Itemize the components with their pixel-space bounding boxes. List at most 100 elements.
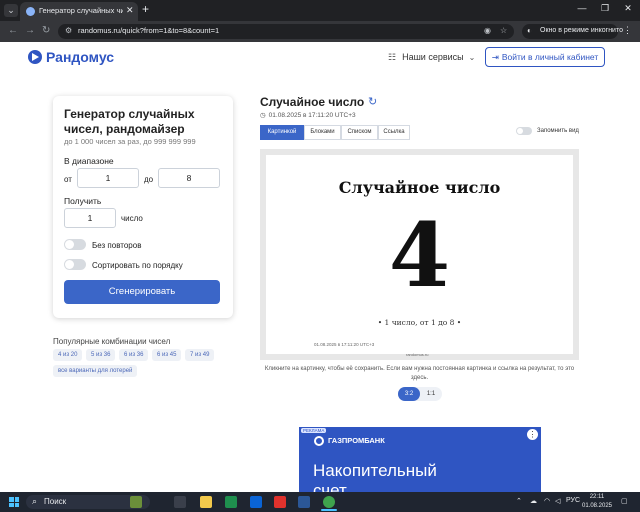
to-label: до — [144, 175, 154, 184]
address-bar[interactable]: ⚙ randomus.ru/quick?from=1&to=8&count=1 … — [58, 24, 514, 39]
url-text[interactable]: randomus.ru/quick?from=1&to=8&count=1 — [78, 26, 219, 35]
volume-icon[interactable]: ◁ — [555, 497, 560, 505]
chip-6-45[interactable]: 6 из 45 — [152, 349, 182, 361]
image-date: 01.08.2025 в 17:11:20 UTC+3 — [314, 342, 375, 347]
chevron-down-icon: ⌄ — [468, 53, 476, 62]
tab-link[interactable]: Ссылка — [378, 125, 410, 140]
forward-icon[interactable]: → — [25, 25, 35, 36]
image-logo: randomus.ru — [406, 352, 429, 357]
window-close-icon[interactable]: ✕ — [618, 3, 638, 14]
browser-tabbar: ⌄ Генератор случайных чисел, ра ✕ + — ❐ … — [0, 0, 640, 21]
wifi-icon[interactable]: ◠ — [544, 497, 550, 505]
search-label: Поиск — [44, 497, 67, 506]
chip-6-36[interactable]: 6 из 36 — [119, 349, 149, 361]
logo-icon[interactable] — [28, 50, 42, 64]
browser-tab[interactable]: Генератор случайных чисел, ра ✕ — [20, 2, 138, 21]
language-indicator[interactable]: РУС — [566, 497, 580, 504]
windows-taskbar: ⌕ Поиск ⌃ ☁ ◠ ◁ РУС 22:11 01.08.2025 ▢ — [0, 492, 640, 512]
login-label: Войти в личный кабинет — [501, 52, 599, 62]
browser-menu-icon[interactable]: ⋮ — [623, 25, 632, 36]
login-icon: ⇥ — [491, 52, 499, 62]
minimize-icon[interactable]: — — [572, 3, 592, 13]
file-explorer-icon[interactable] — [200, 496, 212, 508]
refresh-icon[interactable]: ↻ — [368, 95, 377, 108]
incognito-indicator[interactable]: ◐ Окно в режиме инкогнито — [522, 24, 623, 39]
gazprombank-logo-icon — [314, 436, 324, 446]
remember-label: Запомнить вид — [537, 128, 579, 134]
back-icon[interactable]: ← — [8, 25, 18, 36]
notifications-icon[interactable]: ▢ — [621, 497, 628, 505]
ad-headline-line2: счет — [313, 481, 347, 492]
count-input[interactable]: 1 — [64, 208, 116, 228]
result-date: ◷ 01.08.2025 в 17:11:20 UTC+3 — [260, 111, 356, 119]
card-subtitle: до 1 000 чисел за раз, до 999 999 999 — [64, 137, 196, 146]
network-icon[interactable]: ☁ — [530, 497, 537, 505]
browser-toolbar: ← → ↻ ⚙ randomus.ru/quick?from=1&to=8&co… — [0, 21, 640, 42]
chip-4-20[interactable]: 4 из 20 — [53, 349, 83, 361]
ratio-3-2[interactable]: 3:2 — [398, 387, 420, 401]
to-input[interactable]: 8 — [158, 168, 220, 188]
result-date-text: 01.08.2025 в 17:11:20 UTC+3 — [268, 112, 356, 119]
ratio-1-1[interactable]: 1:1 — [420, 387, 442, 401]
incognito-icon: ◐ — [527, 26, 532, 35]
yandex-icon[interactable] — [274, 496, 286, 508]
tab-blocks[interactable]: Блоками — [304, 125, 341, 140]
no-repeat-label: Без повторов — [92, 241, 142, 250]
random-number: 4 — [388, 203, 451, 307]
ad-headline: Накопительный счет — [313, 461, 437, 492]
new-tab-icon[interactable]: + — [142, 2, 149, 16]
tab-search-icon[interactable]: ⌄ — [4, 4, 18, 17]
range-label: В диапазоне — [64, 156, 114, 166]
card-title: Генератор случайных чисел, рандомайзер — [64, 107, 195, 136]
remember-toggle[interactable] — [516, 127, 532, 135]
ad-options-icon[interactable]: ⋮ — [527, 429, 538, 440]
bookmark-star-icon[interactable]: ☆ — [500, 26, 507, 35]
ratio-switch: 3:2 1:1 — [398, 387, 442, 401]
services-label: Наши сервисы — [402, 52, 464, 62]
chip-7-49[interactable]: 7 из 49 — [185, 349, 215, 361]
clock-icon: ◷ — [260, 112, 266, 119]
tracking-icon[interactable]: ◉ — [484, 26, 491, 35]
active-app-indicator — [321, 509, 337, 511]
site-info-icon[interactable]: ⚙ — [65, 26, 72, 35]
from-label: от — [64, 175, 72, 184]
clock-date: 01.08.2025 — [581, 503, 613, 509]
chip-5-36[interactable]: 5 из 36 — [86, 349, 116, 361]
count-unit: число — [121, 214, 143, 223]
result-image[interactable]: Случайное число 4 • 1 число, от 1 до 8 •… — [260, 149, 579, 360]
tab-image[interactable]: Картинкой — [260, 125, 304, 140]
services-menu[interactable]: ☷ Наши сервисы ⌄ — [388, 52, 475, 63]
result-title: Случайное число — [260, 95, 365, 109]
from-input[interactable]: 1 — [77, 168, 139, 188]
grid-menu-icon: ☷ — [388, 52, 397, 62]
tray-chevron-icon[interactable]: ⌃ — [516, 497, 522, 505]
result-image-canvas: Случайное число 4 • 1 число, от 1 до 8 •… — [266, 155, 573, 357]
windows-start-icon[interactable] — [9, 497, 19, 507]
word-icon[interactable] — [298, 496, 310, 508]
chrome-icon[interactable] — [323, 496, 335, 508]
login-button[interactable]: ⇥ Войти в личный кабинет — [485, 47, 605, 67]
reload-icon[interactable]: ↻ — [42, 25, 50, 36]
ad-tag: РЕКЛАМА — [301, 428, 327, 433]
store-icon[interactable] — [225, 496, 237, 508]
clock-time: 22:11 — [589, 494, 605, 500]
site-logo[interactable]: Рандомус — [46, 49, 114, 65]
sort-label: Сортировать по порядку — [92, 261, 183, 270]
task-view-icon[interactable] — [174, 496, 186, 508]
restore-icon[interactable]: ❐ — [595, 3, 615, 14]
ad-brand: ГАЗПРОМБАНК — [328, 436, 385, 445]
clock[interactable]: 22:11 01.08.2025 — [580, 493, 614, 511]
no-repeat-toggle[interactable] — [64, 239, 86, 250]
save-hint: Кликните на картинку, чтобы её сохранить… — [264, 366, 575, 381]
close-tab-icon[interactable]: ✕ — [126, 5, 134, 16]
get-label: Получить — [64, 196, 102, 206]
tab-list[interactable]: Списком — [341, 125, 378, 140]
search-icon: ⌕ — [32, 496, 38, 506]
outlook-icon[interactable] — [250, 496, 262, 508]
generate-button[interactable]: Сгенерировать — [64, 280, 220, 304]
ad-banner[interactable]: РЕКЛАМА ⋮ ГАЗПРОМБАНК Накопительный счет — [299, 427, 541, 492]
widget-icon[interactable] — [130, 496, 142, 508]
sort-toggle[interactable] — [64, 259, 86, 270]
image-caption: • 1 число, от 1 до 8 • — [377, 318, 462, 327]
chip-lottery[interactable]: все варианты для лотерей — [53, 365, 138, 377]
